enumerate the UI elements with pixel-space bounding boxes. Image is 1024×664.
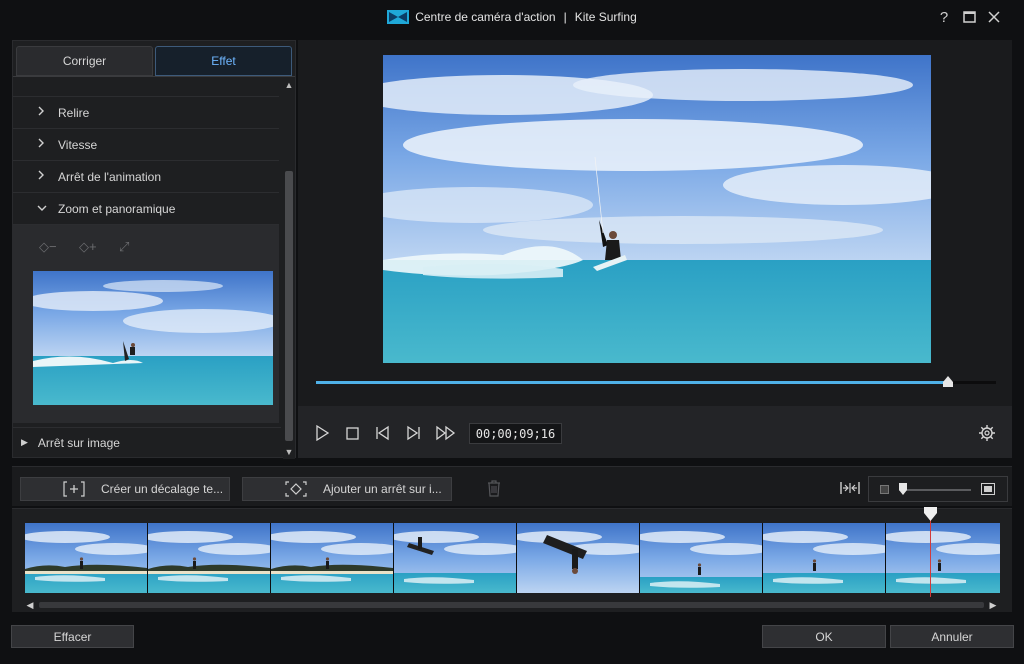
expand-icon[interactable]: ⤢ — [119, 239, 145, 255]
list-top-spacer — [13, 77, 279, 97]
create-offset-button[interactable]: Créer un décalage te... — [20, 477, 230, 501]
section-label: Arrêt de l'animation — [58, 169, 162, 184]
help-icon[interactable]: ? — [935, 8, 953, 26]
zoom-out-icon[interactable] — [880, 485, 889, 494]
playback-progress-bar[interactable] — [316, 376, 996, 387]
fast-forward-icon[interactable] — [435, 424, 457, 442]
timeline: ◀ ▶ — [12, 507, 1012, 612]
maximize-icon[interactable] — [960, 8, 978, 26]
timeline-frame[interactable] — [640, 523, 762, 593]
playback-controls: 00;00;09;16 — [298, 406, 1012, 458]
timeline-frame[interactable] — [271, 523, 393, 593]
zoom-pan-panel: ◇− ◇+ ⤢ — [13, 225, 279, 423]
effects-panel: Corriger Effet Relire Vitesse Arrêt de l… — [12, 40, 296, 459]
create-offset-label: Créer un décalage te... — [101, 482, 224, 496]
timeline-frame[interactable] — [148, 523, 270, 593]
tab-effet[interactable]: Effet — [155, 46, 292, 76]
chevron-right-icon — [37, 106, 49, 119]
add-freeze-frame-button[interactable]: Ajouter un arrêt sur i... — [242, 477, 452, 501]
timecode-display[interactable]: 00;00;09;16 — [469, 423, 562, 444]
ok-button[interactable]: OK — [762, 625, 886, 648]
section-vitesse[interactable]: Vitesse — [13, 129, 279, 161]
settings-gear-icon[interactable] — [978, 424, 996, 442]
section-arret-sur-image[interactable]: ▶ Arrêt sur image — [13, 427, 281, 457]
timeline-frame[interactable] — [517, 523, 639, 593]
zoom-tools: ◇− ◇+ ⤢ — [39, 239, 145, 255]
progress-knob[interactable] — [943, 376, 954, 387]
fit-timeline-icon[interactable] — [840, 481, 860, 495]
scrollbar-track[interactable] — [39, 602, 984, 608]
zoom-slider-handle[interactable] — [899, 483, 907, 495]
close-icon[interactable] — [985, 8, 1003, 26]
progress-fill — [316, 381, 949, 384]
window-title: Centre de caméra d'action | Kite Surfing — [0, 0, 1024, 34]
cancel-button[interactable]: Annuler — [890, 625, 1014, 648]
scroll-down-icon[interactable]: ▼ — [284, 447, 294, 457]
clear-button[interactable]: Effacer — [11, 625, 134, 648]
section-label: Zoom et panoramique — [58, 201, 176, 216]
scroll-left-icon[interactable]: ◀ — [25, 599, 35, 611]
chevron-right-icon — [37, 138, 49, 151]
stop-icon[interactable] — [343, 424, 361, 442]
section-zoom-panoramique[interactable]: Zoom et panoramique — [13, 193, 279, 225]
section-label: Vitesse — [58, 137, 98, 152]
timeline-frame[interactable] — [886, 523, 1000, 593]
trash-icon[interactable] — [486, 479, 502, 497]
thumbnail-strip[interactable] — [25, 523, 1000, 593]
title-bar: Centre de caméra d'action | Kite Surfing… — [0, 0, 1024, 34]
scrollbar-thumb[interactable] — [285, 171, 293, 441]
add-offset-icon — [63, 481, 85, 497]
video-preview[interactable] — [383, 55, 931, 363]
timeline-frame[interactable] — [25, 523, 147, 593]
playhead-line — [930, 519, 931, 597]
app-logo-icon — [387, 10, 410, 24]
section-arret-animation[interactable]: Arrêt de l'animation — [13, 161, 279, 193]
app-name: Centre de caméra d'action — [415, 10, 556, 24]
zoom-preview-thumbnail[interactable] — [33, 271, 273, 405]
section-label: Relire — [58, 105, 90, 120]
section-relire[interactable]: Relire — [13, 97, 279, 129]
play-icon[interactable] — [313, 424, 331, 442]
add-freeze-frame-label: Ajouter un arrêt sur i... — [323, 482, 442, 496]
preview-panel: 00;00;09;16 — [298, 40, 1012, 458]
zoom-in-icon[interactable] — [981, 483, 995, 495]
tab-corriger[interactable]: Corriger — [16, 46, 153, 76]
remove-keyframe-icon[interactable]: ◇− — [39, 239, 65, 255]
chevron-right-icon — [37, 170, 49, 183]
timeline-zoom-control — [868, 476, 1008, 502]
effects-list: Relire Vitesse Arrêt de l'animation Zoom… — [13, 77, 279, 423]
timeline-frame[interactable] — [394, 523, 516, 593]
playhead-handle[interactable] — [924, 507, 937, 521]
vertical-scrollbar[interactable]: ▲ ▼ — [283, 77, 295, 459]
add-freeze-frame-icon — [285, 481, 307, 497]
timeline-toolbar: Créer un décalage te... Ajouter un arrêt… — [12, 466, 1012, 506]
horizontal-scrollbar[interactable]: ◀ ▶ — [25, 599, 1000, 611]
tab-bar: Corriger Effet — [16, 46, 292, 76]
add-keyframe-icon[interactable]: ◇+ — [79, 239, 105, 255]
title-separator: | — [563, 10, 567, 24]
triangle-right-icon: ▶ — [21, 437, 28, 447]
zoom-slider-track[interactable] — [899, 489, 971, 491]
section-label: Arrêt sur image — [37, 435, 120, 450]
timeline-frame[interactable] — [763, 523, 885, 593]
next-frame-icon[interactable] — [404, 424, 422, 442]
previous-frame-icon[interactable] — [374, 424, 392, 442]
project-name: Kite Surfing — [574, 10, 637, 24]
chevron-down-icon — [37, 203, 49, 215]
scroll-right-icon[interactable]: ▶ — [988, 599, 998, 611]
scroll-up-icon[interactable]: ▲ — [284, 80, 294, 90]
